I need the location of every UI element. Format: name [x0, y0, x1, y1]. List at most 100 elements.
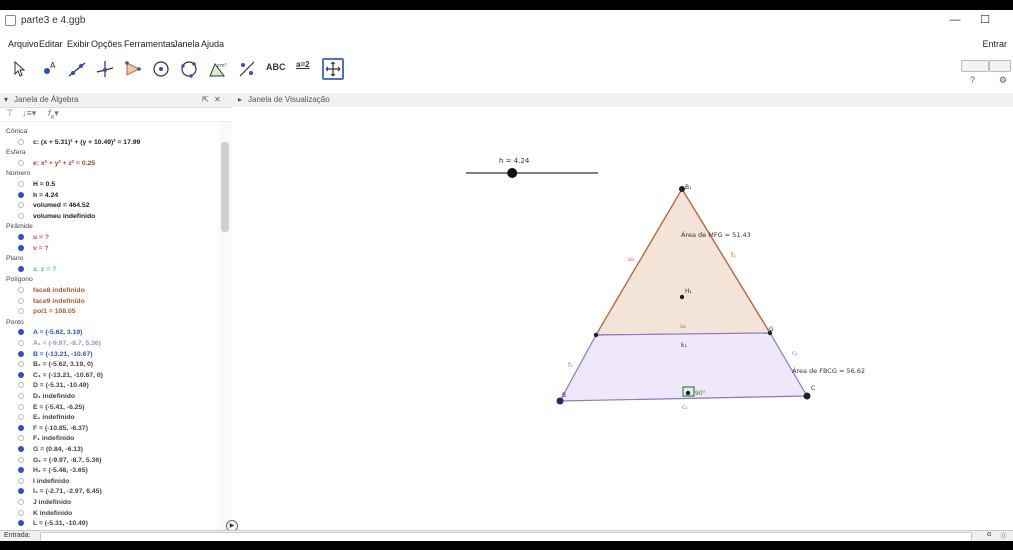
- algebra-object-text[interactable]: I indefinido: [33, 476, 69, 487]
- visibility-toggle-dot[interactable]: [18, 265, 24, 272]
- algebra-object-text[interactable]: F₁ indefinido: [33, 433, 74, 444]
- menu-ajuda[interactable]: Ajuda: [201, 39, 224, 49]
- algebra-object-text[interactable]: c: (x + 5.31)² + (y + 10.49)² = 17.99: [33, 137, 140, 148]
- algebra-object-text[interactable]: F = (-10.85, -6.37): [33, 423, 88, 434]
- algebra-object-text[interactable]: H = 0.5: [33, 179, 55, 190]
- visibility-toggle-dot[interactable]: [18, 446, 24, 452]
- toggle-auxiliary-icon[interactable]: ⊤: [6, 108, 14, 119]
- algebra-object-text[interactable]: H₁ = (-5.46, -3.65): [33, 465, 88, 476]
- visibility-toggle-dot[interactable]: [18, 393, 24, 399]
- menu-arquivo[interactable]: Arquivo: [8, 39, 39, 49]
- menu-ferramentas[interactable]: Ferramentas: [124, 39, 175, 49]
- algebra-object-text[interactable]: pol1 = 108.05: [33, 306, 76, 317]
- algebra-object-text[interactable]: A = (-5.62, 3.19): [33, 327, 82, 338]
- symbol-table-button[interactable]: α: [987, 531, 991, 538]
- line-icon[interactable]: [66, 58, 88, 80]
- polygon-icon[interactable]: [122, 58, 144, 80]
- visibility-toggle-dot[interactable]: [18, 329, 24, 336]
- algebra-object-text[interactable]: a: z = ?: [33, 264, 56, 275]
- menu-editar[interactable]: Editar: [39, 39, 63, 49]
- algebra-object-text[interactable]: B = (-13.21, -10.67): [33, 349, 93, 360]
- algebra-object-text[interactable]: face9 indefinido: [33, 296, 85, 307]
- visibility-toggle-dot[interactable]: [18, 212, 24, 219]
- function-icon[interactable]: fx▾: [48, 108, 59, 121]
- visibility-toggle-dot[interactable]: [18, 435, 24, 442]
- algebra-object-text[interactable]: h = 4.24: [33, 190, 58, 201]
- visibility-toggle-dot[interactable]: [18, 414, 24, 421]
- algebra-object-text[interactable]: L = (-5.31, -10.49): [33, 518, 88, 529]
- expand-arrow-icon[interactable]: ▸: [238, 95, 242, 104]
- collapse-arrow-icon[interactable]: ▾: [4, 95, 8, 104]
- settings-icon[interactable]: ⚙: [999, 75, 1007, 86]
- visibility-toggle-dot[interactable]: [18, 244, 24, 251]
- menu-opcoes[interactable]: Opções: [91, 39, 122, 49]
- point-f[interactable]: [593, 332, 599, 338]
- visibility-toggle-dot[interactable]: [18, 456, 24, 463]
- algebra-scrollbar[interactable]: [218, 122, 233, 530]
- visibility-toggle-dot[interactable]: [18, 382, 24, 389]
- visibility-toggle-dot[interactable]: [18, 488, 24, 495]
- slider-knob[interactable]: [507, 168, 518, 178]
- upper-triangle-mfg[interactable]: [594, 187, 772, 336]
- slider-icon[interactable]: a=2: [296, 60, 310, 69]
- drawing-canvas[interactable]: h = 4.24 B₁ u₁ f₁ Área de MFG = 51.43 H₁: [232, 107, 1013, 530]
- algebra-object-text[interactable]: face8 indefinido: [33, 285, 85, 296]
- algebra-object-text[interactable]: G = (0.84, -6.13): [33, 444, 83, 455]
- perpendicular-line-icon[interactable]: [94, 58, 116, 80]
- undo-button[interactable]: [961, 60, 989, 72]
- visibility-toggle-dot[interactable]: [18, 191, 24, 198]
- algebra-object-text[interactable]: J indefinido: [33, 497, 71, 508]
- undock-icon[interactable]: ⇱: [202, 95, 209, 104]
- visibility-toggle-dot[interactable]: [18, 424, 24, 431]
- graphics-view[interactable]: h = 4.24 B₁ u₁ f₁ Área de MFG = 51.43 H₁: [232, 107, 1013, 530]
- algebra-object-text[interactable]: D₁ indefinido: [33, 391, 75, 402]
- redo-button[interactable]: [989, 60, 1011, 72]
- visibility-toggle-dot[interactable]: [18, 467, 24, 474]
- move-arrow-icon[interactable]: [10, 58, 32, 80]
- algebra-object-text[interactable]: E₁ indefinido: [33, 412, 75, 423]
- minimize-button[interactable]: —: [946, 12, 964, 28]
- visibility-toggle-dot[interactable]: [18, 477, 24, 484]
- visibility-toggle-dot[interactable]: [18, 499, 24, 505]
- algebra-object-text[interactable]: v = ?: [33, 243, 49, 254]
- visibility-toggle-dot[interactable]: [18, 371, 24, 378]
- visibility-toggle-dot[interactable]: [18, 520, 24, 527]
- algebra-object-text[interactable]: A₁ = (-9.97, -8.7, 5.36): [33, 338, 101, 349]
- visibility-toggle-dot[interactable]: [18, 138, 24, 145]
- point-icon[interactable]: A: [38, 58, 60, 80]
- point-h1[interactable]: [679, 294, 685, 300]
- visibility-toggle-dot[interactable]: [18, 297, 24, 304]
- visibility-toggle-dot[interactable]: [18, 361, 24, 368]
- point-c[interactable]: [803, 392, 811, 400]
- visibility-toggle-dot[interactable]: [18, 403, 24, 410]
- move-graphics-view-icon[interactable]: [322, 58, 344, 80]
- help-icon[interactable]: ?: [970, 75, 975, 85]
- menu-janela[interactable]: Janela: [173, 39, 200, 49]
- algebra-object-text[interactable]: G₁ = (-9.97, -8.7, 5.36): [33, 455, 101, 466]
- visibility-toggle-dot[interactable]: [18, 181, 24, 187]
- visibility-toggle-dot[interactable]: [18, 340, 24, 346]
- algebra-object-text[interactable]: I₁ = (-2.71, -2.97, 6.45): [33, 486, 102, 497]
- input-help-icon[interactable]: ⓪: [1000, 531, 1007, 541]
- angle-icon[interactable]: cm²: [206, 58, 228, 80]
- sort-icon[interactable]: ↓≡▾: [22, 108, 36, 119]
- algebra-object-text[interactable]: K indefinido: [33, 508, 72, 519]
- algebra-object-text[interactable]: B₁ = (-5.62, 3.19, 0): [33, 359, 93, 370]
- algebra-object-text[interactable]: E = (-5.41, -6.25): [33, 402, 85, 413]
- algebra-object-text[interactable]: D = (-5.31, -10.49): [33, 380, 89, 391]
- input-field[interactable]: [40, 532, 972, 541]
- visibility-toggle-dot[interactable]: [18, 350, 24, 357]
- visibility-toggle-dot[interactable]: [18, 234, 24, 240]
- algebra-object-text[interactable]: u = ?: [33, 232, 49, 243]
- visibility-toggle-dot[interactable]: [18, 287, 24, 293]
- algebra-object-text[interactable]: C₁ = (-13.21, -10.67, 0): [33, 370, 103, 381]
- visibility-toggle-dot[interactable]: [18, 159, 24, 166]
- algebra-object-text[interactable]: volumed = 464.52: [33, 200, 89, 211]
- scrollbar-thumb[interactable]: [221, 142, 229, 232]
- visibility-toggle-dot[interactable]: [18, 202, 24, 209]
- algebra-object-text[interactable]: volumeu indefinido: [33, 211, 95, 222]
- algebra-object-text[interactable]: e: x² + y² + z² = 0.25: [33, 158, 95, 169]
- text-icon[interactable]: ABC: [266, 62, 286, 72]
- menu-exibir[interactable]: Exibir: [67, 39, 90, 49]
- sign-in-link[interactable]: Entrar: [982, 39, 1007, 49]
